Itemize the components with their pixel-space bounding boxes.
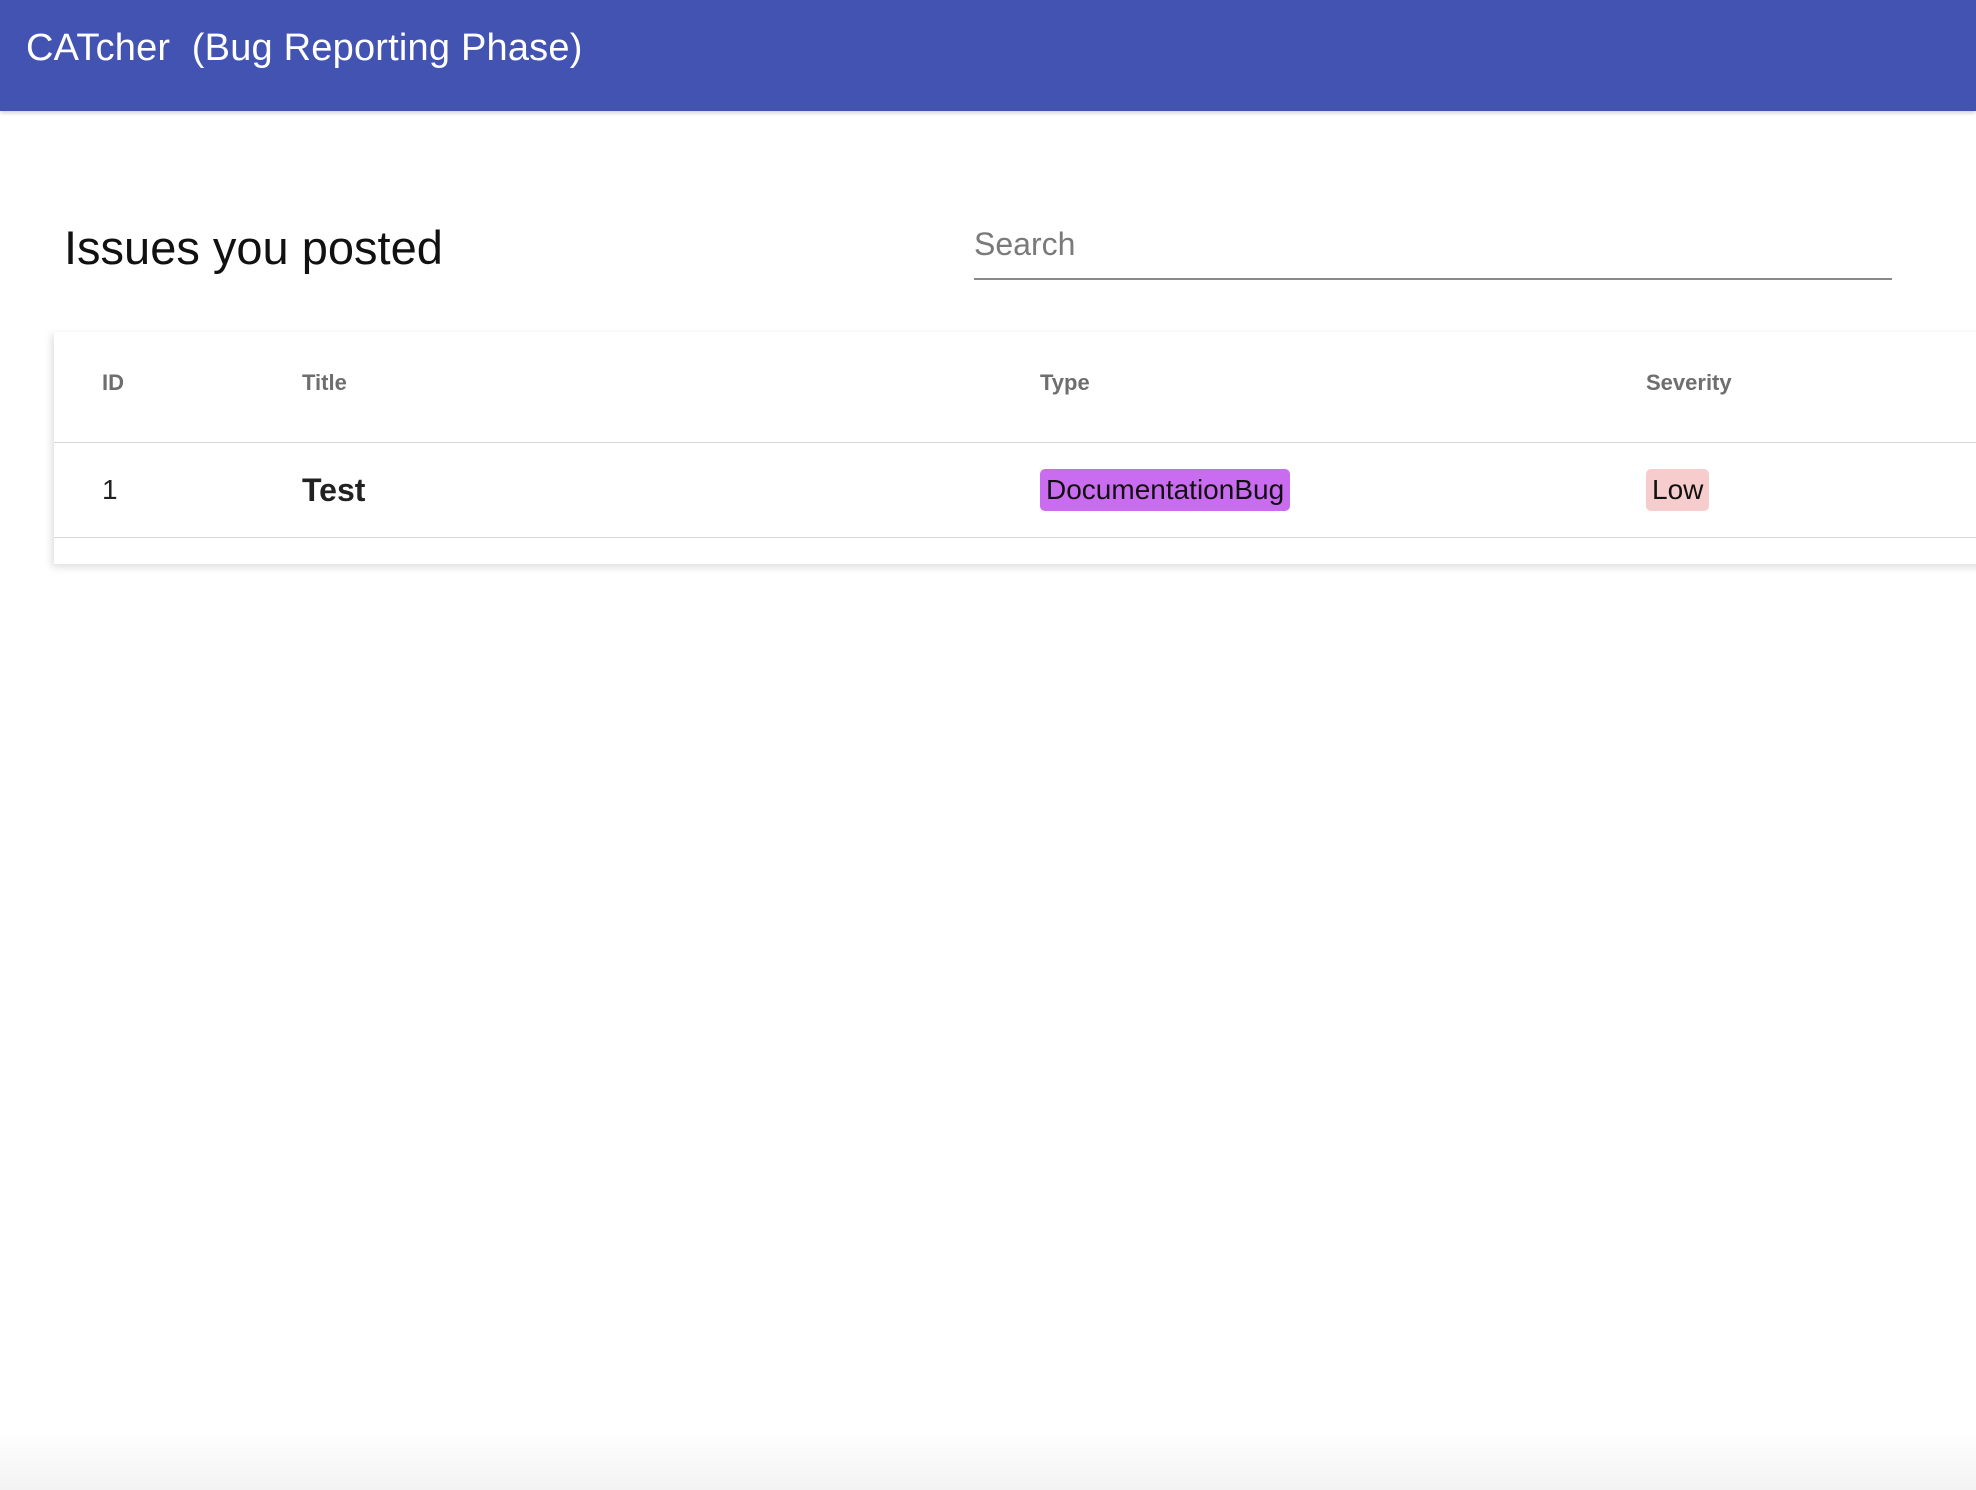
issue-id: 1 [102,474,118,505]
issue-type-cell: DocumentationBug [1040,443,1291,537]
bottom-shadow [0,1430,1976,1490]
page-title: Issues you posted [64,221,443,274]
issues-table: ID Title Type Severity 1 Test Documentat… [54,332,1976,564]
column-header-type[interactable]: Type [1040,370,1090,396]
issue-severity-cell: Low [1646,443,1710,537]
column-header-severity[interactable]: Severity [1646,370,1732,396]
app-toolbar: CATcher (Bug Reporting Phase) [0,0,1976,111]
table-header-row: ID Title Type Severity [54,332,1976,443]
column-header-title[interactable]: Title [302,370,347,396]
search-field[interactable] [974,214,1892,280]
app-title: CATcher (Bug Reporting Phase) [26,27,583,69]
table-row[interactable]: 1 Test DocumentationBug Low [54,443,1976,538]
severity-label-badge: Low [1646,469,1710,511]
search-input[interactable] [974,214,1892,274]
column-header-id[interactable]: ID [102,370,124,396]
type-label-badge: DocumentationBug [1040,469,1291,511]
issue-title[interactable]: Test [302,443,365,537]
